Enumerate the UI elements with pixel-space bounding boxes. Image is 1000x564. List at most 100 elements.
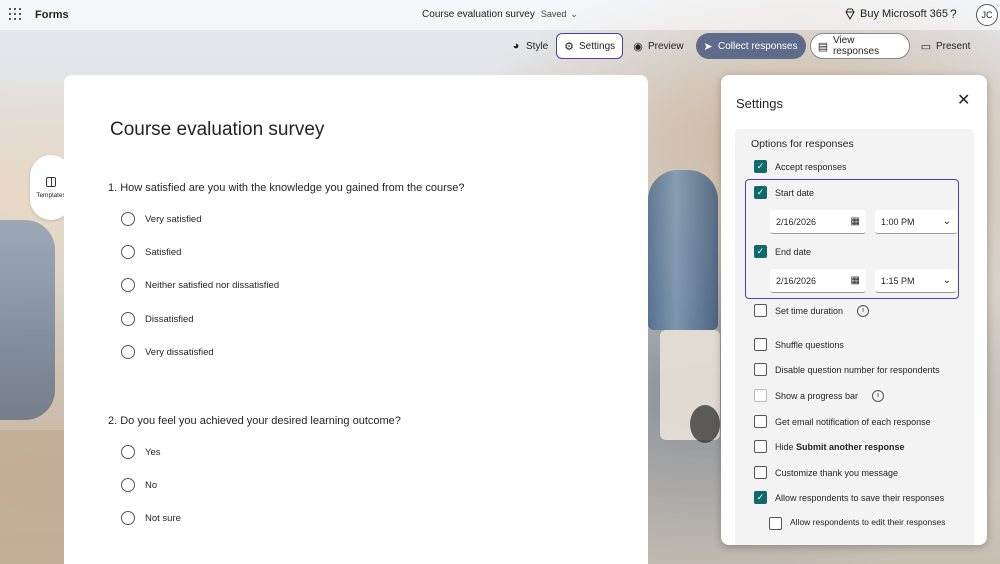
- info-icon[interactable]: i: [872, 389, 885, 402]
- close-icon[interactable]: ✕: [957, 93, 970, 109]
- choice-label: Neither satisfied nor dissatisfied: [145, 279, 280, 291]
- settings-button[interactable]: ⚙ Settings: [556, 33, 623, 59]
- choice-option[interactable]: Yes: [121, 445, 161, 459]
- choice-label: Not sure: [145, 512, 181, 524]
- choice-option[interactable]: Satisfied: [121, 245, 181, 259]
- save-status: Saved: [540, 9, 567, 19]
- radio-button[interactable]: [121, 345, 135, 359]
- hide-submit-option[interactable]: Hide Submit another response: [754, 440, 905, 453]
- disable-question-number-checkbox[interactable]: [754, 363, 767, 376]
- choice-option[interactable]: Not sure: [121, 511, 181, 525]
- edit-responses-option[interactable]: Allow respondents to edit their response…: [769, 517, 949, 530]
- edit-responses-checkbox[interactable]: [769, 517, 782, 530]
- document-title[interactable]: Course evaluation survey: [422, 9, 535, 20]
- end-time-select[interactable]: 1:15 PM ⌄: [875, 269, 957, 293]
- option-label: Hide Submit another response: [775, 442, 905, 452]
- chevron-down-icon[interactable]: ⌄: [943, 275, 951, 286]
- diamond-icon: [845, 8, 855, 20]
- view-responses-button[interactable]: ▤ View responses: [810, 33, 910, 59]
- radio-button[interactable]: [121, 245, 135, 259]
- option-label: Start date: [775, 187, 815, 198]
- choice-option[interactable]: Very dissatisfied: [121, 345, 214, 359]
- option-label: Set time duration: [775, 305, 844, 316]
- end-date-picker[interactable]: 2/16/2026 ▦: [770, 269, 866, 293]
- help-icon[interactable]: ?: [950, 7, 957, 21]
- collect-label: Collect responses: [718, 40, 798, 52]
- radio-button[interactable]: [121, 312, 135, 326]
- option-label: Show a progress bar: [775, 390, 859, 401]
- background-person: [648, 170, 718, 330]
- info-icon[interactable]: i: [857, 304, 870, 317]
- save-responses-option[interactable]: ✓ Allow respondents to save their respon…: [754, 491, 944, 504]
- style-button[interactable]: ◕ Style: [504, 33, 554, 59]
- radio-button[interactable]: [121, 445, 135, 459]
- toolbar: ◕ Style ⚙ Settings ◉ Preview ➤ Collect r…: [0, 31, 1000, 59]
- chevron-down-icon[interactable]: ⌄: [943, 216, 951, 227]
- disable-question-number-option[interactable]: Disable question number for respondents: [754, 363, 940, 376]
- settings-panel: Settings ✕ Options for responses ✓ Accep…: [721, 75, 987, 545]
- shuffle-option[interactable]: Shuffle questions: [754, 338, 844, 351]
- accept-responses-option[interactable]: ✓ Accept responses: [754, 160, 847, 173]
- buy-label: Buy Microsoft 365: [860, 8, 949, 20]
- time-duration-option[interactable]: Set time duration i: [754, 304, 870, 317]
- shuffle-checkbox[interactable]: [754, 338, 767, 351]
- radio-button[interactable]: [121, 478, 135, 492]
- present-button[interactable]: ▭ Present: [914, 33, 976, 59]
- start-time-select[interactable]: 1:00 PM ⌄: [875, 210, 957, 234]
- time-duration-checkbox[interactable]: [754, 304, 767, 317]
- option-label: Accept responses: [775, 161, 847, 172]
- choice-option[interactable]: Dissatisfied: [121, 312, 194, 326]
- style-label: Style: [526, 40, 549, 52]
- calendar-icon[interactable]: ▦: [851, 275, 860, 286]
- start-time-value: 1:00 PM: [881, 216, 915, 227]
- end-date-value: 2/16/2026: [776, 275, 817, 286]
- form-title[interactable]: Course evaluation survey: [110, 119, 324, 141]
- settings-label: Settings: [579, 40, 616, 52]
- radio-button[interactable]: [121, 511, 135, 525]
- end-date-option[interactable]: ✓ End date: [754, 245, 811, 258]
- accept-responses-checkbox[interactable]: ✓: [754, 160, 767, 173]
- calendar-icon[interactable]: ▦: [851, 216, 860, 227]
- progress-bar-option[interactable]: Show a progress bar i: [754, 389, 885, 402]
- choice-option[interactable]: No: [121, 478, 157, 492]
- end-date-checkbox[interactable]: ✓: [754, 245, 767, 258]
- start-date-picker[interactable]: 2/16/2026 ▦: [770, 210, 866, 234]
- view-label: View responses: [832, 35, 880, 57]
- background-object: [0, 430, 64, 564]
- chevron-down-icon[interactable]: ⌄: [570, 9, 578, 19]
- save-responses-checkbox[interactable]: ✓: [754, 491, 767, 504]
- radio-button[interactable]: [121, 278, 135, 292]
- hide-submit-checkbox[interactable]: [754, 440, 767, 453]
- choice-label: No: [145, 479, 158, 491]
- radio-button[interactable]: [121, 212, 135, 226]
- chart-icon: ▤: [817, 40, 829, 53]
- thank-you-checkbox[interactable]: [754, 466, 767, 479]
- send-icon: ➤: [703, 40, 713, 53]
- question-title[interactable]: 2. Do you feel you achieved your desired…: [108, 415, 401, 427]
- top-bar: Forms Course evaluation survey Saved ⌄ Buy…: [0, 0, 1000, 30]
- preview-label: Preview: [648, 40, 684, 52]
- question-title[interactable]: 1. How satisfied are you with the knowle…: [108, 182, 464, 194]
- choice-option[interactable]: Very satisfied: [121, 212, 202, 226]
- progress-bar-checkbox[interactable]: [754, 389, 767, 402]
- templates-label: Templates: [36, 191, 66, 199]
- preview-button[interactable]: ◉ Preview: [626, 33, 690, 59]
- settings-title: Settings: [736, 96, 783, 111]
- palette-icon: ◕: [512, 40, 520, 52]
- start-date-option[interactable]: ✓ Start date: [754, 186, 814, 199]
- email-notification-option[interactable]: Get email notification of each response: [754, 415, 931, 428]
- date-range-group: ✓ Start date 2/16/2026 ▦ 1:00 PM ⌄ ✓ End…: [745, 179, 959, 299]
- avatar[interactable]: JC: [976, 4, 998, 26]
- thank-you-option[interactable]: Customize thank you message: [754, 466, 898, 479]
- present-label: Present: [936, 40, 971, 52]
- choice-label: Very satisfied: [145, 213, 202, 225]
- buy-microsoft-365-link[interactable]: Buy Microsoft 365: [844, 8, 948, 20]
- email-notification-checkbox[interactable]: [754, 415, 767, 428]
- option-label: Disable question number for respondents: [775, 364, 940, 375]
- choice-option[interactable]: Neither satisfied nor dissatisfied: [121, 278, 279, 292]
- presentation-icon: ▭: [920, 40, 932, 53]
- start-date-checkbox[interactable]: ✓: [754, 186, 767, 199]
- choice-label: Dissatisfied: [145, 313, 194, 325]
- option-label-prefix: Hide: [775, 441, 797, 452]
- collect-responses-button[interactable]: ➤ Collect responses: [696, 33, 806, 59]
